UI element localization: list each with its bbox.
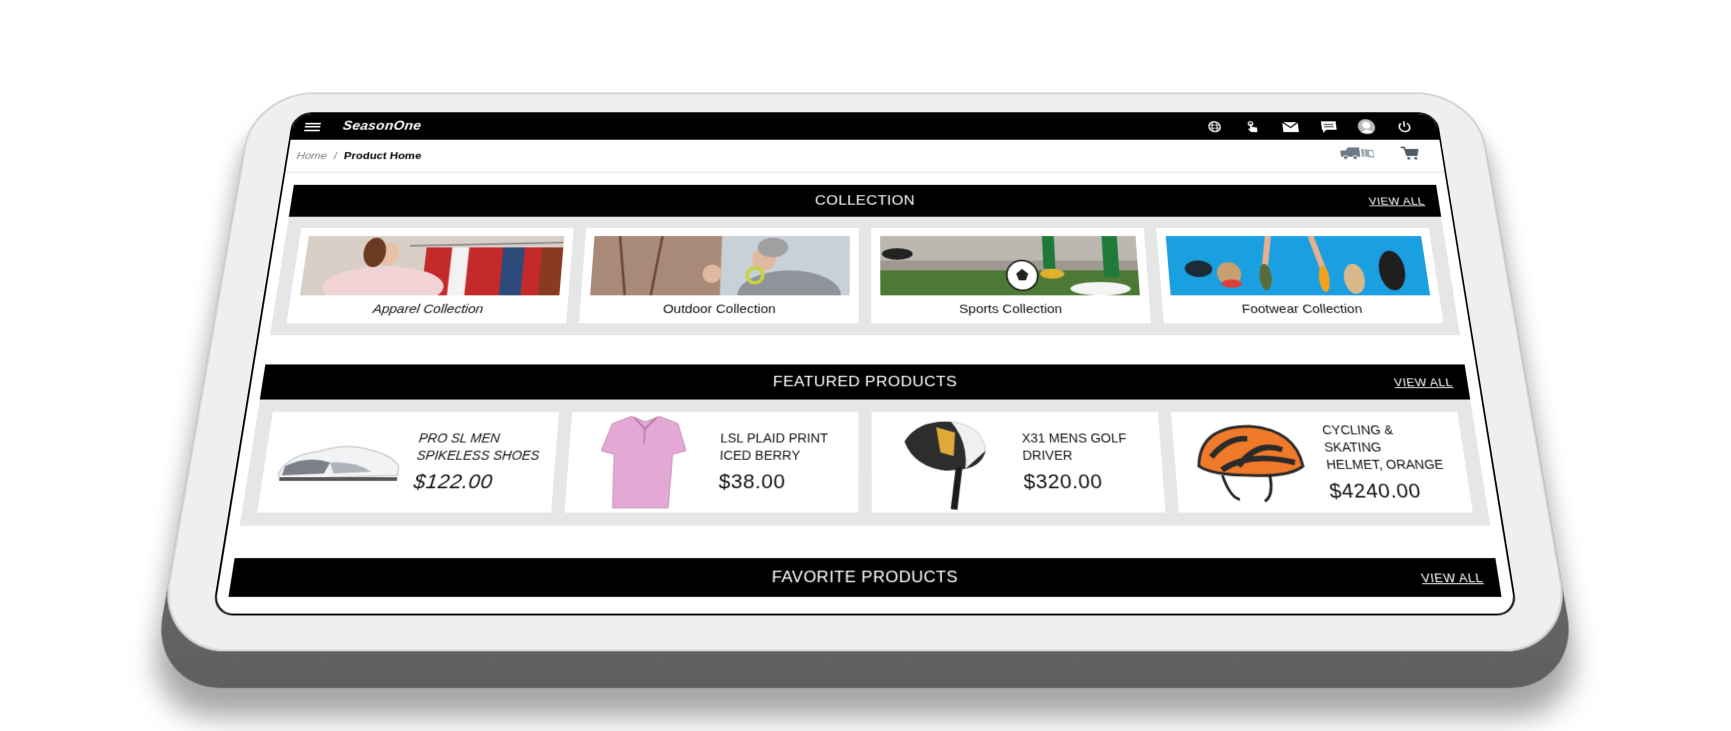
tablet-device: SeasonOne Home / Product Home COLLECTION… bbox=[150, 92, 1580, 688]
product-name: CYCLING & SKATING bbox=[1321, 422, 1394, 454]
product-name-line2: HELMET, ORANGE bbox=[1325, 456, 1445, 472]
outdoor-collection-image bbox=[590, 236, 850, 296]
featured-view-all-link[interactable]: VIEW ALL bbox=[1393, 375, 1453, 388]
featured-list: PRO SL MEN SPIKELESS SHOES $122.00 LSL P… bbox=[239, 399, 1491, 526]
product-info: CYCLING & SKATING HELMET, ORANGE $4240.0… bbox=[1321, 421, 1458, 502]
product-name: LSL PLAID PRINT bbox=[720, 430, 829, 446]
brand-logo[interactable]: SeasonOne bbox=[342, 120, 422, 134]
product-name-line2: ICED BERRY bbox=[719, 447, 801, 463]
collection-card-footwear[interactable]: Footwear Collection bbox=[1156, 227, 1444, 324]
collection-section: COLLECTION VIEW ALL Apparel Collection O… bbox=[270, 184, 1460, 336]
product-price: $38.00 bbox=[718, 469, 786, 493]
product-name: PRO SL MEN bbox=[418, 430, 501, 446]
collection-view-all-link[interactable]: VIEW ALL bbox=[1368, 195, 1425, 207]
breadcrumb-bar: Home / Product Home bbox=[285, 139, 1445, 174]
chat-icon[interactable] bbox=[1319, 119, 1338, 134]
product-image-golf-driver bbox=[885, 416, 1010, 510]
product-card[interactable]: LSL PLAID PRINT ICED BERRY $38.00 bbox=[564, 411, 859, 513]
product-name-line2: DRIVER bbox=[1022, 447, 1073, 463]
collection-label: Footwear Collection bbox=[1241, 302, 1364, 317]
collection-label: Sports Collection bbox=[959, 302, 1063, 317]
product-image-polo-shirt bbox=[578, 416, 706, 507]
collection-label: Apparel Collection bbox=[371, 302, 484, 317]
collection-card-apparel[interactable]: Apparel Collection bbox=[286, 227, 574, 324]
sports-collection-image bbox=[880, 236, 1140, 296]
product-card[interactable]: CYCLING & SKATING HELMET, ORANGE $4240.0… bbox=[1170, 411, 1473, 513]
mail-icon[interactable] bbox=[1281, 119, 1300, 134]
product-price: $122.00 bbox=[412, 469, 494, 493]
cart-icon[interactable] bbox=[1400, 146, 1420, 164]
featured-title: FEATURED PRODUCTS bbox=[772, 373, 958, 390]
product-info: PRO SL MEN SPIKELESS SHOES $122.00 bbox=[412, 430, 541, 494]
product-price: $4240.00 bbox=[1328, 478, 1423, 502]
collection-list: Apparel Collection Outdoor Collection Sp… bbox=[270, 216, 1460, 336]
collection-card-sports[interactable]: Sports Collection bbox=[871, 227, 1152, 324]
collection-label: Outdoor Collection bbox=[662, 302, 776, 317]
delivery-truck-icon[interactable] bbox=[1339, 147, 1375, 163]
favorite-view-all-link[interactable]: VIEW ALL bbox=[1420, 570, 1484, 585]
menu-icon[interactable] bbox=[304, 122, 322, 131]
user-avatar-icon[interactable] bbox=[1356, 119, 1377, 135]
favorite-section: FAVORITE PRODUCTS VIEW ALL bbox=[228, 558, 1502, 597]
collection-header: COLLECTION VIEW ALL bbox=[288, 184, 1442, 217]
featured-section: FEATURED PRODUCTS VIEW ALL PRO SL MEN SP… bbox=[239, 364, 1491, 526]
favorite-title: FAVORITE PRODUCTS bbox=[771, 567, 959, 587]
collection-title: COLLECTION bbox=[814, 192, 916, 208]
product-image-helmet bbox=[1184, 416, 1316, 507]
power-icon[interactable] bbox=[1395, 119, 1415, 134]
favorite-header: FAVORITE PRODUCTS VIEW ALL bbox=[228, 558, 1502, 597]
product-card[interactable]: PRO SL MEN SPIKELESS SHOES $122.00 bbox=[257, 411, 560, 513]
product-card[interactable]: X31 MENS GOLF DRIVER $320.00 bbox=[871, 411, 1166, 513]
page-content: COLLECTION VIEW ALL Apparel Collection O… bbox=[216, 173, 1514, 597]
featured-header: FEATURED PRODUCTS VIEW ALL bbox=[259, 364, 1471, 400]
product-name-line2: SPIKELESS SHOES bbox=[416, 447, 541, 463]
product-image-shoe bbox=[271, 416, 406, 507]
touch-icon[interactable] bbox=[1243, 119, 1262, 134]
product-name: X31 MENS GOLF bbox=[1021, 430, 1127, 446]
product-price: $320.00 bbox=[1023, 469, 1104, 493]
product-info: X31 MENS GOLF DRIVER $320.00 bbox=[1021, 430, 1130, 494]
nav-icon-group bbox=[1205, 119, 1426, 135]
top-navbar: SeasonOne bbox=[290, 113, 1440, 140]
footwear-collection-image bbox=[1165, 236, 1431, 296]
apparel-collection-image bbox=[299, 236, 565, 296]
globe-icon[interactable] bbox=[1205, 119, 1224, 134]
header-actions bbox=[1339, 146, 1435, 164]
screen: SeasonOne Home / Product Home COLLECTION… bbox=[211, 112, 1519, 616]
scene: SeasonOne Home / Product Home COLLECTION… bbox=[0, 0, 1731, 731]
product-info: LSL PLAID PRINT ICED BERRY $38.00 bbox=[718, 430, 828, 494]
collection-card-outdoor[interactable]: Outdoor Collection bbox=[578, 227, 859, 324]
